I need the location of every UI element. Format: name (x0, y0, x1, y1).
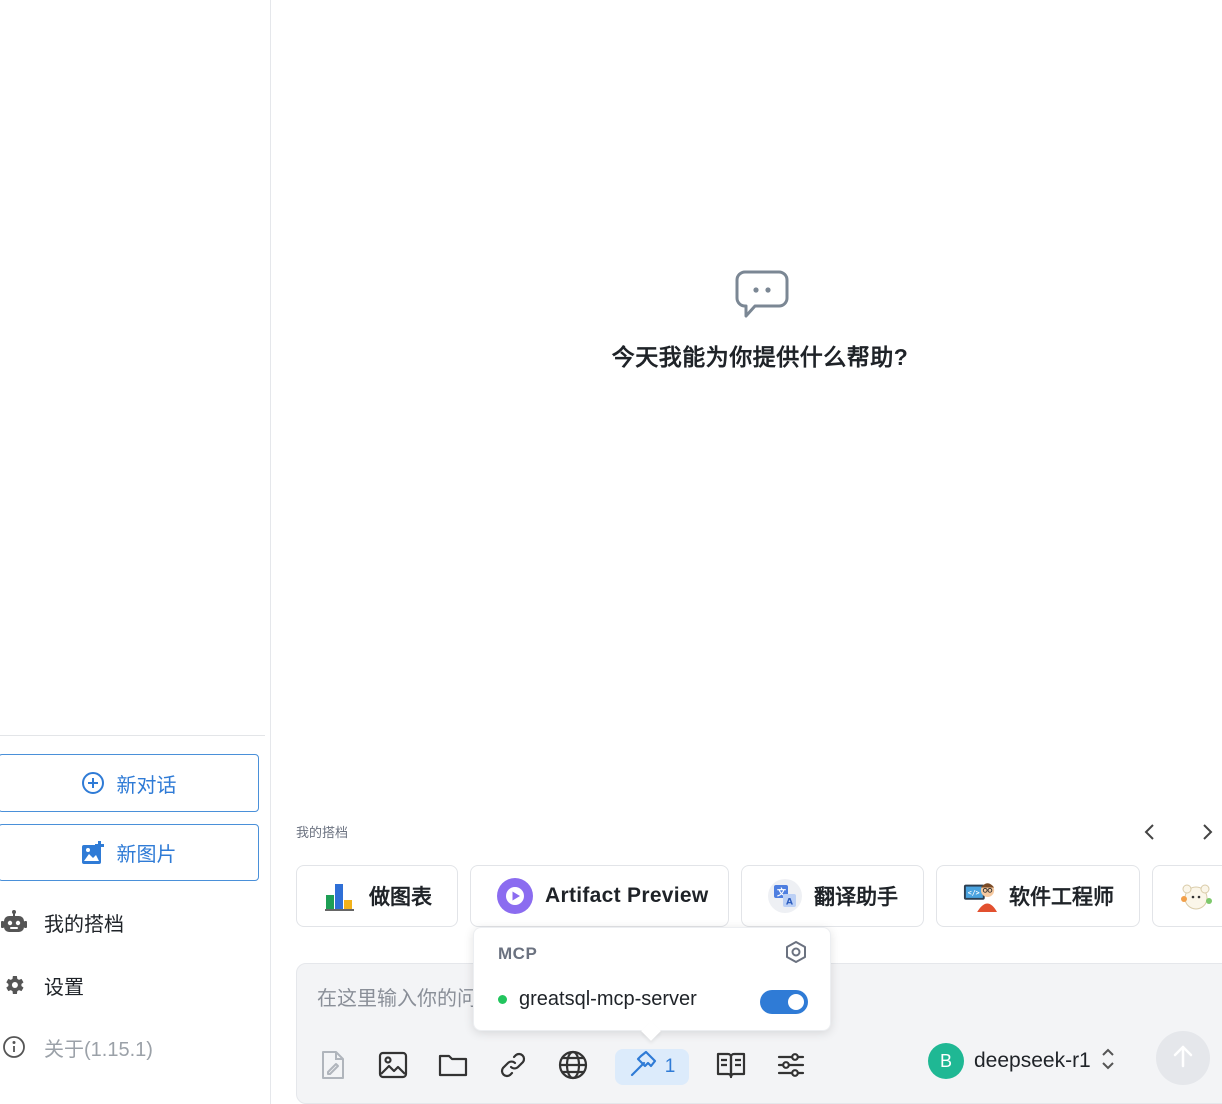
sliders-icon (777, 1051, 805, 1084)
new-image-button[interactable]: 新图片 (0, 824, 259, 881)
model-name: deepseek-r1 (974, 1049, 1091, 1072)
robot-icon (0, 910, 28, 934)
settings-label: 设置 (44, 976, 84, 999)
translate-icon: 文 A (768, 879, 802, 913)
partner-card-artifact-preview[interactable]: Artifact Preview (470, 865, 729, 927)
mascot-avatar-icon (1179, 879, 1213, 913)
server-name: greatsql-mcp-server (519, 988, 697, 1010)
chevron-left-icon[interactable] (1137, 818, 1161, 846)
sidebar-item-settings[interactable]: 设置 (0, 965, 84, 1005)
sidebar: 新对话 新图片 我的搭档 设置 关于(1.15.1) (0, 0, 271, 1104)
partners-label: 我的搭档 (44, 913, 124, 936)
mcp-count: 1 (664, 1056, 676, 1077)
svg-text:A: A (786, 898, 793, 908)
server-toggle[interactable] (760, 990, 808, 1014)
play-circle-icon (497, 878, 533, 914)
link-icon (499, 1051, 527, 1084)
settings-sliders-button[interactable] (771, 1048, 811, 1086)
mcp-server-item: greatsql-mcp-server (498, 988, 697, 1011)
partners-section-label: 我的搭档 (296, 825, 349, 840)
hammer-icon (629, 1050, 657, 1084)
chevron-right-icon[interactable] (1196, 818, 1220, 846)
globe-icon (558, 1050, 588, 1085)
knowledge-base-button[interactable] (711, 1048, 751, 1086)
book-icon (716, 1051, 746, 1084)
partner-card-chart[interactable]: 做图表 (296, 865, 458, 927)
image-icon (378, 1051, 408, 1084)
bar-chart-icon (323, 879, 357, 913)
info-icon (0, 1035, 28, 1059)
add-image-icon (81, 840, 105, 865)
chat-bubble-icon (735, 270, 789, 327)
sidebar-item-about[interactable]: 关于(1.15.1) (0, 1027, 153, 1067)
sidebar-divider (0, 735, 265, 736)
attach-file-button[interactable] (313, 1048, 353, 1086)
about-label: 关于(1.15.1) (44, 1038, 153, 1061)
attach-folder-button[interactable] (433, 1048, 473, 1086)
developer-avatar-icon: </> (963, 879, 997, 913)
model-avatar: B (928, 1043, 964, 1079)
new-image-label: 新图片 (116, 844, 177, 866)
partner-card-translator[interactable]: 文 A 翻译助手 (741, 865, 924, 927)
attach-image-button[interactable] (373, 1048, 413, 1086)
new-chat-button[interactable]: 新对话 (0, 754, 259, 812)
model-selector[interactable]: B deepseek-r1 (928, 1042, 1117, 1080)
gear-icon (0, 973, 28, 997)
chevron-up-down-icon (1099, 1046, 1117, 1077)
mcp-title: MCP (498, 944, 538, 963)
partner-card-software-engineer[interactable]: </> 软件工程师 (936, 865, 1140, 927)
mcp-popover: MCP greatsql-mcp-server (473, 927, 831, 1031)
arrow-up-icon (1172, 1044, 1194, 1073)
svg-text:</>: </> (968, 889, 980, 897)
mcp-tools-button[interactable]: 1 (615, 1049, 689, 1085)
web-search-button[interactable] (553, 1048, 593, 1086)
partner-card-mascot[interactable] (1152, 865, 1222, 927)
welcome-title: 今天我能为你提供什么帮助? (611, 344, 909, 370)
partner-name: 软件工程师 (1009, 886, 1114, 909)
partner-name: Artifact Preview (545, 884, 709, 907)
server-status-dot (498, 995, 507, 1004)
partner-name: 翻译助手 (814, 886, 898, 909)
plus-circle-icon (81, 771, 105, 795)
partner-name: 做图表 (369, 886, 432, 909)
sidebar-item-partners[interactable]: 我的搭档 (0, 902, 124, 942)
new-chat-label: 新对话 (116, 774, 177, 797)
toggle-knob (788, 994, 804, 1010)
mcp-settings-icon[interactable] (784, 940, 808, 969)
send-button[interactable] (1156, 1031, 1210, 1085)
file-icon (320, 1050, 346, 1085)
folder-icon (438, 1052, 468, 1083)
attach-link-button[interactable] (493, 1048, 533, 1086)
